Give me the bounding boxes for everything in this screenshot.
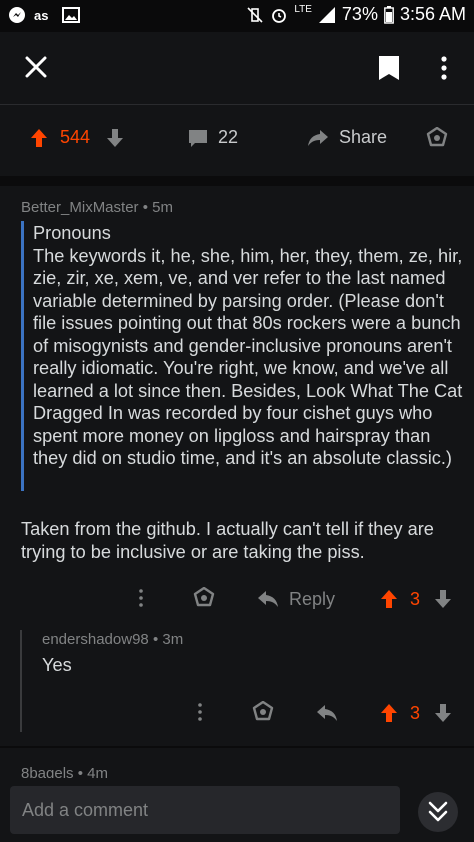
comment-more-icon[interactable] (139, 589, 143, 607)
clock: 3:56 AM (399, 4, 466, 24)
more-options-icon[interactable] (441, 56, 447, 80)
quote-bar (21, 221, 24, 491)
share-arrow-icon[interactable] (307, 129, 329, 147)
comment-divider (0, 746, 474, 748)
status-left-icons: as (8, 6, 80, 24)
signal-icon (318, 6, 335, 23)
reply-icon[interactable] (257, 590, 279, 608)
battery-icon (384, 5, 394, 24)
lastfm-icon: as (34, 8, 48, 22)
reply-age: 3m (162, 631, 184, 648)
post-header (0, 32, 474, 104)
quote-block: Pronouns The keywords it, he, she, him, … (33, 222, 467, 470)
svg-text:as: as (34, 8, 48, 22)
reply-award-icon[interactable] (252, 701, 274, 723)
comment-input-placeholder: Add a comment (22, 800, 149, 820)
comment-meta: Better_MixMaster • 5m (21, 199, 173, 216)
reply-author[interactable]: endershadow98 (42, 631, 149, 648)
section-separator (0, 176, 474, 186)
status-right: LTE 73% 3:56 AM (246, 4, 466, 25)
comment-downvote-icon[interactable] (434, 589, 452, 609)
quote-body: The keywords it, he, she, him, her, they… (33, 245, 463, 469)
post-score: 544 (60, 127, 91, 147)
award-icon[interactable] (426, 127, 448, 149)
comment-author[interactable]: Better_MixMaster (21, 199, 139, 216)
comment-bubble-icon[interactable] (188, 128, 208, 148)
gallery-icon (62, 7, 80, 23)
reply-reply-icon[interactable] (316, 704, 338, 722)
reply-more-icon[interactable] (198, 703, 202, 721)
reply-downvote-icon[interactable] (434, 703, 452, 723)
share-button[interactable]: Share (339, 127, 387, 148)
comment-age: 5m (152, 199, 173, 216)
reply-body: Yes (42, 655, 72, 675)
downvote-arrow-icon[interactable] (106, 128, 124, 148)
scroll-down-button[interactable] (418, 792, 458, 832)
reply-upvote-icon[interactable] (380, 703, 398, 723)
comment-score: 3 (410, 589, 421, 609)
network-label: LTE (294, 4, 312, 15)
reply-meta: endershadow98 • 3m (42, 631, 184, 648)
close-icon[interactable] (25, 56, 47, 78)
reply-button[interactable]: Reply (289, 589, 335, 610)
comment-count: 22 (218, 127, 239, 147)
vibrate-mute-icon (247, 6, 263, 23)
comment-award-icon[interactable] (193, 587, 215, 609)
upvote-arrow-icon[interactable] (30, 128, 48, 148)
battery-percent: 73% (341, 4, 378, 24)
double-chevron-down-icon (428, 801, 448, 822)
reply-score: 3 (410, 703, 421, 723)
post-actions-bar: 544 22 Share (0, 104, 474, 172)
bookmark-icon[interactable] (378, 55, 400, 81)
quote-title: Pronouns (33, 223, 111, 243)
status-bar: as LTE 73% 3:56 AM (0, 0, 474, 32)
messenger-icon (9, 7, 25, 23)
thread-line (20, 630, 22, 732)
comment-body: Taken from the github. I actually can't … (21, 519, 434, 562)
comment-upvote-icon[interactable] (380, 589, 398, 609)
alarm-icon (272, 8, 287, 23)
